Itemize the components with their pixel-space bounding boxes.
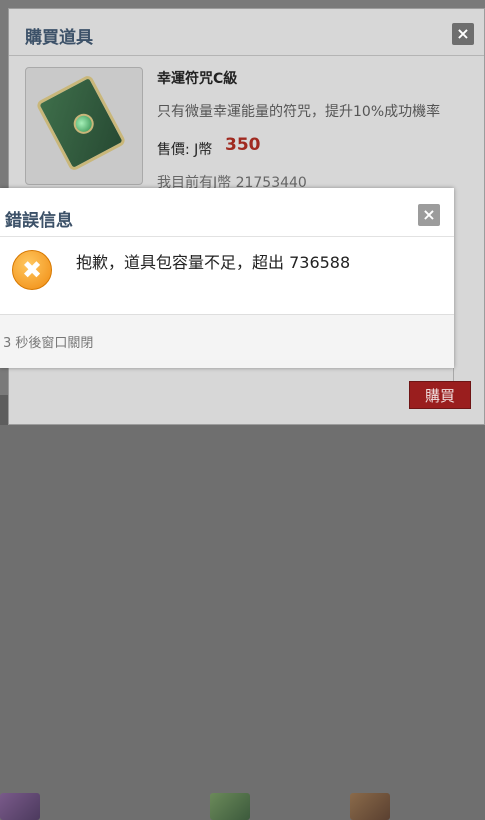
charm-gem — [70, 110, 98, 138]
error-message: 抱歉，道具包容量不足，超出 736588 — [76, 253, 351, 272]
price-value: 350 — [225, 135, 261, 155]
purchase-dialog-title: 購買道具 — [25, 28, 93, 48]
background-thumbnail — [210, 793, 250, 820]
close-icon: × — [422, 205, 436, 224]
auto-close-countdown: 3 秒後窗口關閉 — [3, 336, 94, 351]
item-image-frame — [25, 67, 143, 185]
item-name: 幸運符咒C級 — [157, 71, 238, 87]
lucky-charm-card-icon — [35, 74, 127, 172]
error-dialog-footer: 3 秒後窗口關閉 — [0, 314, 454, 368]
error-dialog-title: 錯誤信息 — [5, 211, 73, 231]
price-label: 售價: J幣 — [157, 142, 213, 158]
error-dialog: 錯誤信息 × ✖ 抱歉，道具包容量不足，超出 736588 3 秒後窗口關閉 — [0, 188, 454, 368]
background-thumbnail — [350, 793, 390, 820]
background-thumbnail — [0, 793, 40, 820]
error-dialog-divider — [0, 236, 454, 237]
purchase-dialog-divider — [9, 55, 484, 56]
item-description: 只有微量幸運能量的符咒，提升10%成功機率 — [157, 104, 441, 120]
close-icon: × — [456, 24, 470, 43]
error-dialog-close-button[interactable]: × — [418, 204, 440, 226]
error-x-icon: ✖ — [12, 250, 52, 290]
purchase-dialog-close-button[interactable]: × — [452, 23, 474, 45]
buy-button[interactable]: 購買 — [409, 381, 471, 409]
